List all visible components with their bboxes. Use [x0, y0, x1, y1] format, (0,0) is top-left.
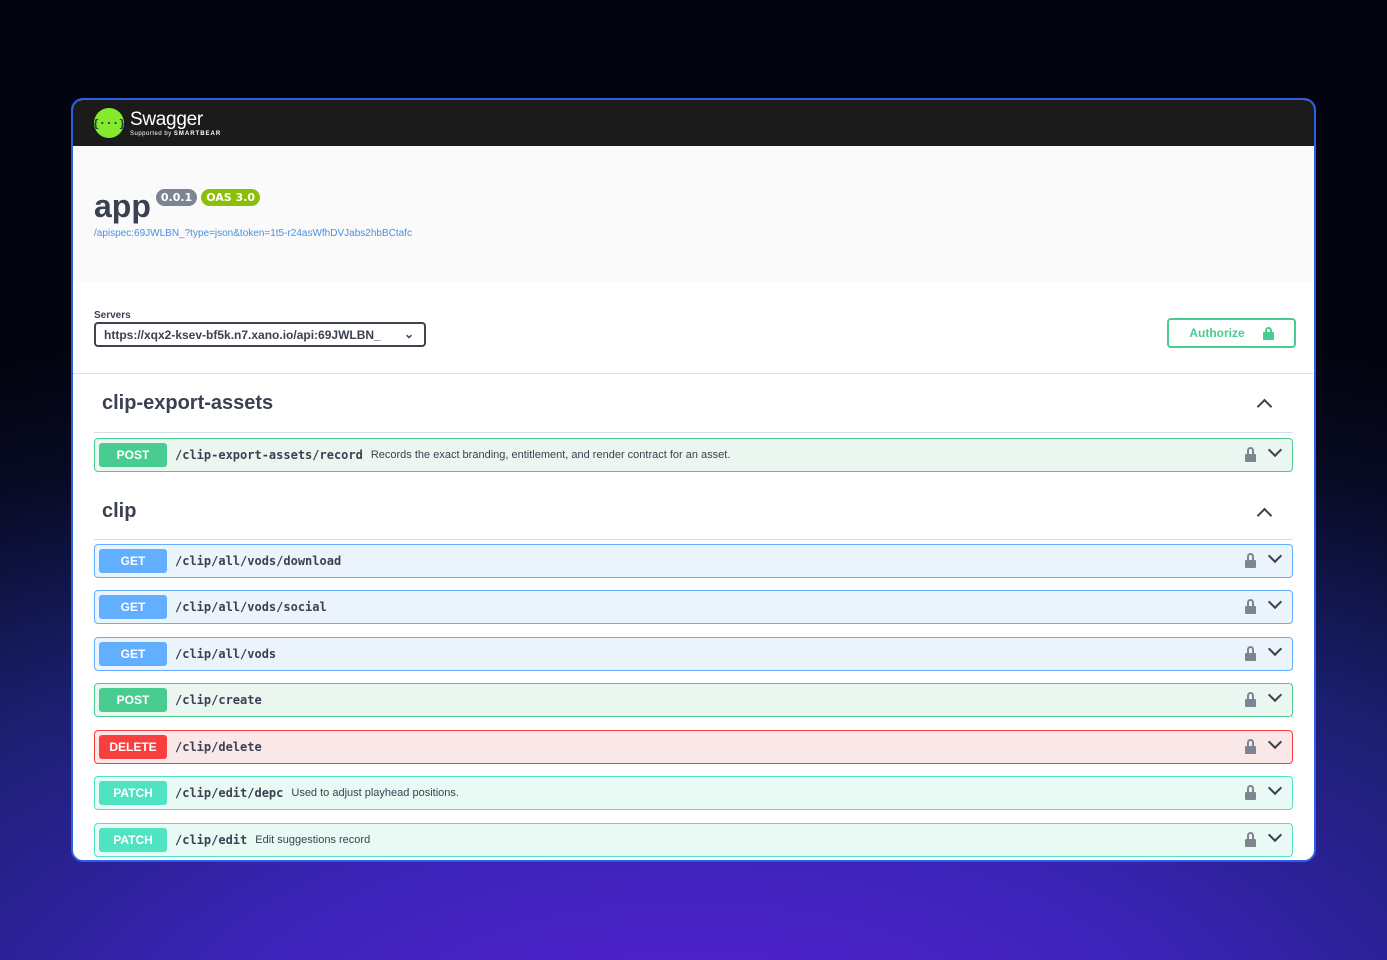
server-select[interactable]: https://xqx2-ksev-bf5k.n7.xano.io/api:69… — [94, 322, 426, 347]
tag-name: clip — [102, 500, 137, 522]
lock-icon — [1262, 326, 1274, 340]
chevron-down-icon[interactable] — [1268, 551, 1282, 565]
operation-path: /clip/create — [175, 693, 262, 707]
chevron-down-icon: ⌄ — [403, 327, 414, 341]
operations-container: clip-export-assets POST /clip-export-ass… — [73, 374, 1314, 857]
operation-path: /clip/all/vods/social — [175, 600, 327, 614]
operation-summary: Edit suggestions record — [255, 833, 371, 846]
method-badge: GET — [99, 641, 167, 666]
version-badge: 0.0.1 — [155, 189, 198, 206]
logo-sub: Supported by SMARTBEAR — [130, 130, 222, 137]
lock-icon[interactable] — [1245, 645, 1256, 661]
method-badge: POST — [99, 443, 167, 467]
operation-path: /clip/all/vods — [175, 646, 277, 661]
method-badge: POST — [99, 688, 167, 712]
method-badge: DELETE — [99, 734, 167, 759]
swagger-logo[interactable]: {···} Swagger Supported by SMARTBEAR — [92, 108, 222, 138]
operation-path: /clip/edit — [175, 832, 248, 847]
info-section: app 0.0.1 OAS 3.0 /apispec:69JWLBN_?type… — [73, 146, 1314, 281]
chevron-down-icon[interactable] — [1268, 830, 1282, 844]
oas-badge: OAS 3.0 — [201, 189, 261, 206]
lock-icon[interactable] — [1245, 738, 1256, 754]
operation-row[interactable]: POST /clip/create — [94, 683, 1293, 717]
operation-summary: Records the exact branding, entitlement,… — [370, 449, 731, 461]
lock-icon[interactable] — [1245, 599, 1256, 614]
scheme-container: Servers https://xqx2-ksev-bf5k.n7.xano.i… — [73, 281, 1314, 374]
operation-row[interactable]: PATCH /clip/edit/depc Used to adjust pla… — [94, 776, 1293, 810]
method-badge: PATCH — [99, 827, 167, 852]
chevron-down-icon[interactable] — [1268, 445, 1282, 459]
chevron-down-icon[interactable] — [1268, 737, 1282, 751]
authorize-button[interactable]: Authorize — [1167, 318, 1296, 348]
tag-header-clip-export-assets[interactable]: clip-export-assets — [94, 374, 1293, 433]
lock-icon[interactable] — [1245, 552, 1256, 568]
lock-icon[interactable] — [1245, 831, 1256, 847]
swagger-logo-icon: {···} — [92, 108, 126, 138]
operation-row[interactable]: DELETE /clip/delete — [94, 729, 1293, 764]
operation-path: /clip/all/vods/download — [175, 553, 342, 568]
chevron-up-icon[interactable] — [1257, 396, 1271, 410]
servers-label: Servers — [94, 310, 131, 321]
operation-row[interactable]: POST /clip-export-assets/record Records … — [94, 438, 1293, 472]
operation-path: /clip-export-assets/record — [175, 448, 363, 462]
lock-icon[interactable] — [1245, 447, 1256, 462]
operation-row[interactable]: GET /clip/all/vods/social — [94, 590, 1293, 624]
operation-path: /clip/delete — [175, 739, 262, 754]
operation-row[interactable]: PATCH /clip/edit Edit suggestions record — [94, 822, 1293, 857]
operation-row[interactable]: GET /clip/all/vods — [94, 636, 1293, 671]
chevron-down-icon[interactable] — [1268, 690, 1282, 704]
logo-name: Swagger — [130, 108, 203, 130]
tag-name: clip-export-assets — [102, 391, 274, 414]
method-badge: PATCH — [99, 781, 167, 805]
operation-summary: Used to adjust playhead positions. — [291, 787, 459, 799]
swagger-window: {···} Swagger Supported by SMARTBEAR app… — [71, 98, 1316, 862]
chevron-down-icon[interactable] — [1268, 783, 1282, 797]
lock-icon[interactable] — [1245, 785, 1256, 800]
tag-header-clip[interactable]: clip — [94, 485, 1293, 540]
method-badge: GET — [99, 595, 167, 619]
chevron-up-icon[interactable] — [1257, 505, 1271, 519]
spec-link[interactable]: /apispec:69JWLBN_?type=json&token=1t5-r2… — [94, 228, 1293, 239]
lock-icon[interactable] — [1245, 692, 1256, 707]
chevron-down-icon[interactable] — [1268, 644, 1282, 658]
authorize-label: Authorize — [1189, 326, 1245, 340]
topbar: {···} Swagger Supported by SMARTBEAR — [73, 100, 1314, 146]
server-select-value: https://xqx2-ksev-bf5k.n7.xano.io/api:69… — [104, 327, 381, 342]
chevron-down-icon[interactable] — [1268, 597, 1282, 611]
operation-path: /clip/edit/depc — [175, 786, 284, 800]
api-title: app — [94, 188, 151, 224]
operation-row[interactable]: GET /clip/all/vods/download — [94, 543, 1293, 578]
method-badge: GET — [99, 548, 167, 573]
